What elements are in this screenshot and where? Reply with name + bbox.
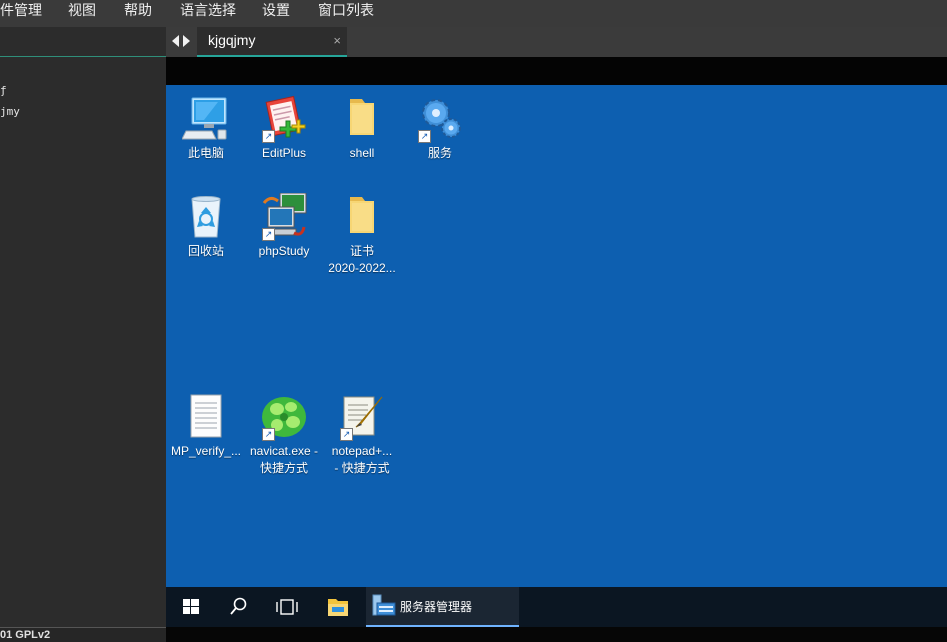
desktop-icon-navicat[interactable]: ↗ navicat.exe - 快捷方式 — [244, 393, 324, 477]
tree-item[interactable]: ƒ — [0, 84, 7, 97]
menu-bar: 件管理 视图 帮助 语言选择 设置 窗口列表 — [0, 0, 947, 27]
windows-icon — [183, 599, 199, 614]
arrow-left-icon[interactable] — [172, 35, 179, 47]
left-panel-header — [0, 27, 166, 57]
icon-label-line2: 2020-2022... — [328, 261, 396, 275]
desktop-icon-this-pc[interactable]: 此电脑 — [166, 95, 246, 162]
taskbar-app-label: 服务器管理器 — [400, 600, 473, 614]
search-icon — [230, 597, 247, 615]
arrow-right-icon[interactable] — [183, 35, 190, 47]
task-view-button[interactable] — [274, 587, 300, 627]
desktop-icon-mp-verify[interactable]: MP_verify_... — [166, 393, 246, 460]
desktop-icon-recycle-bin[interactable]: 回收站 — [166, 193, 246, 260]
menu-window-list[interactable]: 窗口列表 — [318, 0, 374, 27]
desktop-icon-phpstudy[interactable]: ↗ phpStudy — [244, 192, 324, 260]
desktop-icon-notepad[interactable]: ↗ notepad+... - 快捷方式 — [322, 393, 402, 477]
folder-icon — [328, 599, 348, 616]
icon-label: 证书 — [349, 244, 374, 258]
icon-label: phpStudy — [258, 244, 310, 258]
tree-item-session[interactable]: jmy — [0, 105, 20, 118]
menu-view[interactable]: 视图 — [68, 0, 96, 27]
remote-view-footer — [166, 627, 947, 642]
icon-label-line2: 快捷方式 — [259, 461, 308, 475]
text-file-icon — [182, 393, 230, 441]
tab-label: kjgqjmy — [208, 32, 256, 48]
taskbar-app-server-manager[interactable]: 服务器管理器 — [366, 587, 519, 627]
tab-session[interactable]: kjgqjmy × — [197, 27, 347, 57]
search-button[interactable] — [228, 587, 250, 627]
desktop-icon-shell[interactable]: shell — [322, 95, 402, 162]
license-label: 01 GPLv2 — [0, 629, 51, 641]
gear-icon: ↗ — [416, 95, 464, 143]
icon-label: shell — [349, 146, 375, 160]
remote-view-header — [166, 57, 947, 85]
task-view-icon — [276, 599, 298, 615]
desktop-icon-certificate[interactable]: 证书 2020-2022... — [322, 193, 402, 277]
icon-label: notepad+... — [331, 444, 393, 458]
taskbar: 服务器管理器 — [166, 587, 947, 627]
remote-desktop[interactable]: 此电脑 ↗ EditPlus shell ↗ 服务 回收站 ↗ phpStudy… — [166, 85, 947, 587]
left-panel: ƒ jmy 01 GPLv2 — [0, 27, 166, 642]
menu-file-manager[interactable]: 件管理 — [0, 0, 42, 27]
shortcut-arrow-icon: ↗ — [262, 130, 275, 143]
close-icon[interactable]: × — [333, 33, 341, 48]
desktop-icon-services[interactable]: ↗ 服务 — [400, 95, 480, 162]
folder-icon — [338, 193, 386, 241]
server-manager-icon — [372, 594, 396, 616]
icon-label: MP_verify_... — [170, 444, 242, 458]
shortcut-arrow-icon: ↗ — [262, 428, 275, 441]
menu-language[interactable]: 语言选择 — [180, 0, 236, 27]
icon-label: navicat.exe - — [249, 444, 319, 458]
menu-help[interactable]: 帮助 — [124, 0, 152, 27]
left-panel-footer: 01 GPLv2 — [0, 627, 166, 642]
icon-label: 此电脑 — [187, 146, 224, 160]
notepad-icon: ↗ — [338, 393, 386, 441]
tab-bar: kjgqjmy × — [166, 27, 947, 57]
icon-label: 回收站 — [187, 244, 224, 258]
recycle-bin-icon — [182, 193, 230, 241]
navicat-icon: ↗ — [260, 393, 308, 441]
computer-icon — [181, 95, 230, 143]
shortcut-arrow-icon: ↗ — [262, 228, 275, 241]
menu-settings[interactable]: 设置 — [262, 0, 290, 27]
desktop-icon-editplus[interactable]: ↗ EditPlus — [244, 95, 324, 162]
shortcut-arrow-icon: ↗ — [418, 130, 431, 143]
icon-label: EditPlus — [261, 146, 307, 160]
tab-scroll-arrows[interactable] — [172, 33, 194, 49]
folder-icon — [338, 95, 386, 143]
phpstudy-icon: ↗ — [260, 192, 308, 241]
icon-label: 服务 — [427, 146, 452, 160]
shortcut-arrow-icon: ↗ — [340, 428, 353, 441]
file-explorer-button[interactable] — [326, 587, 350, 627]
icon-label-line2: - 快捷方式 — [334, 461, 390, 475]
start-button[interactable] — [180, 587, 202, 627]
editplus-icon: ↗ — [260, 95, 308, 143]
